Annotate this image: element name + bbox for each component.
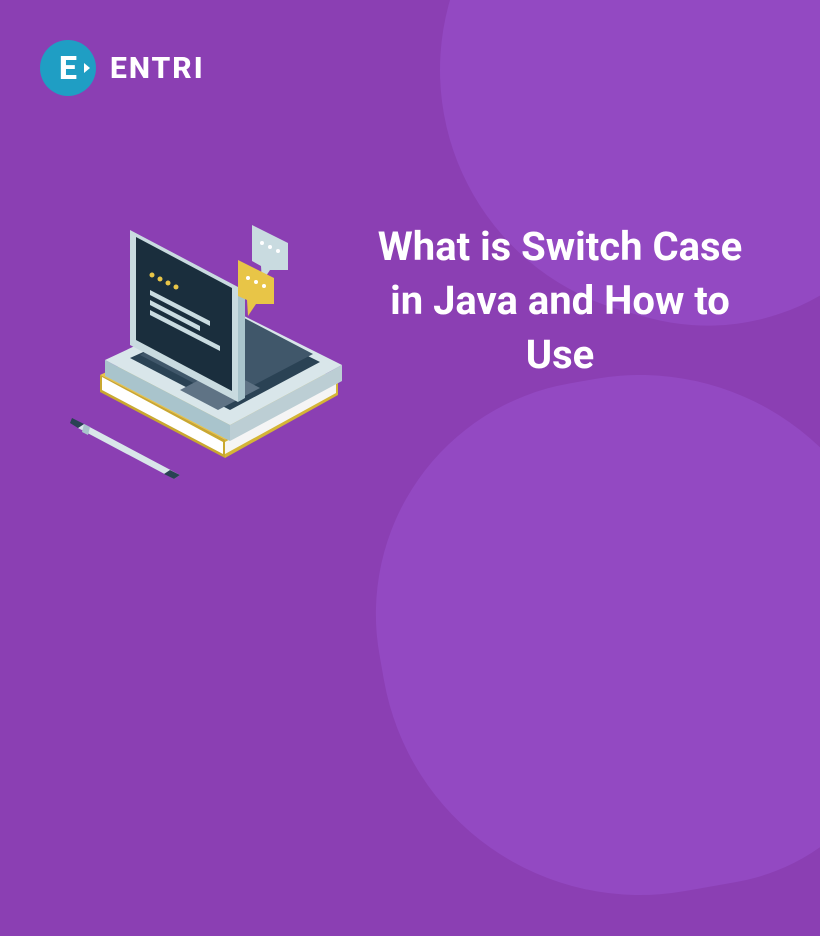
play-arrow-icon	[84, 63, 90, 73]
logo-circle-icon: E	[40, 40, 96, 96]
brand-name: ENTRI	[110, 51, 205, 86]
laptop-illustration	[70, 180, 370, 480]
brand-logo: E ENTRI	[40, 40, 205, 96]
background-shape-bottom	[339, 334, 820, 936]
article-title: What is Switch Case in Java and How to U…	[360, 220, 760, 382]
logo-letter: E	[59, 52, 77, 84]
